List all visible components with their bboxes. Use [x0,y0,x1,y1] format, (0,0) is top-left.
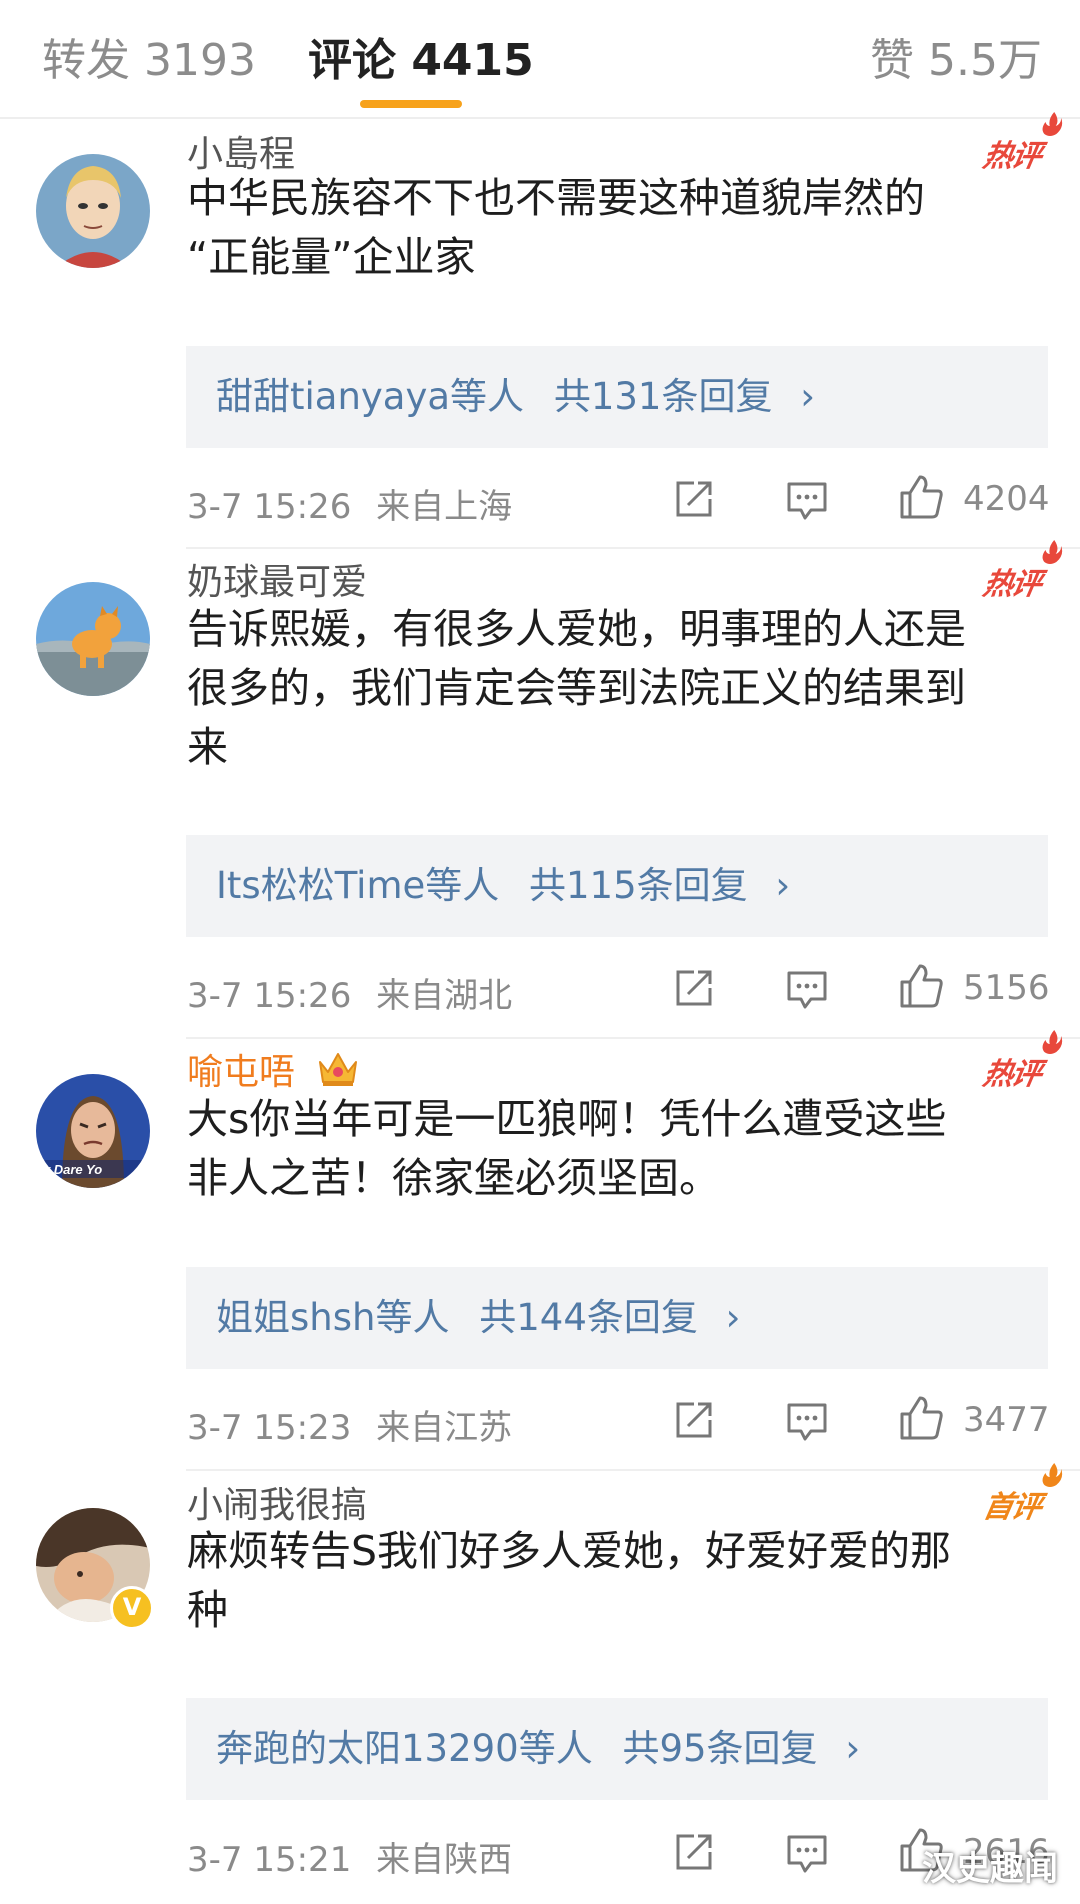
comment-text: 大s你当年可是一匹狼啊！凭什么遭受这些 非人之苦！徐家堡必须坚固。 [187,1090,1047,1208]
comment-tabs: 转发 3193 评论 4415 赞 5.5万 [0,0,1080,119]
timestamp: 3-7 15:26 [187,487,352,527]
comment-icon[interactable] [785,969,829,1011]
replies-preview[interactable]: 甜甜tianyaya等人 共131条回复 › [186,346,1048,448]
flame-icon [1042,1463,1063,1487]
comment-line: “正能量”企业家 [187,233,476,281]
reply-count: 共131条回复 [553,375,773,418]
comment-text: 中华民族容不下也不需要这种道貌岸然的 “正能量”企业家 [187,169,1047,287]
chevron-right-icon: › [725,1296,741,1339]
comment-line: 种 [187,1586,228,1634]
replies-preview[interactable]: Its松松Time等人 共115条回复 › [186,835,1048,937]
share-icon[interactable] [672,1398,716,1442]
comment-line: 中华民族容不下也不需要这种道貌岸然的 [187,174,925,222]
location: 来自江苏 [376,1408,513,1448]
chevron-right-icon: › [775,864,791,907]
location: 来自陕西 [376,1840,513,1880]
hot-comment-badge: 热评 [980,540,1063,603]
comment-line: 非人之苦！徐家堡必须坚固。 [187,1154,720,1202]
verified-badge-icon: V [110,1586,154,1630]
comment-text: 告诉熙媛，有很多人爱她，明事理的人还是 很多的，我们肯定会等到法院正义的结果到 … [187,600,1047,777]
comment-text: 麻烦转告S我们好多人爱她，好爱好爱的那 种 [187,1522,1047,1640]
chevron-right-icon: › [800,375,816,418]
like-icon[interactable] [898,1394,944,1442]
reply-users: Its松松Time等人 [216,864,500,907]
comment-icon[interactable] [785,1401,829,1443]
watermark: 汉史趣闻 [922,1849,1058,1889]
username[interactable]: 小闹我很搞 [187,1476,367,1528]
avatar[interactable] [36,154,150,268]
share-icon[interactable] [672,966,716,1010]
flame-icon [1042,1030,1063,1054]
reply-count: 共144条回复 [479,1296,698,1339]
timestamp: 3-7 15:23 [187,1408,352,1448]
timestamp: 3-7 15:21 [187,1840,352,1880]
comment-meta: 3-7 15:21 来自陕西 [187,1832,512,1881]
comment-line: 告诉熙媛，有很多人爱她，明事理的人还是 [187,605,966,653]
like-count: 4204 [963,479,1050,519]
comment-line: 麻烦转告S我们好多人爱她，好爱好爱的那 [187,1527,952,1575]
share-icon[interactable] [672,1830,716,1874]
comment-icon[interactable] [785,480,829,522]
username-text: 喻屯唔 [187,1052,296,1093]
comment-line: 来 [187,723,228,771]
username[interactable]: 喻屯唔 [187,1043,360,1095]
like-icon[interactable] [898,962,944,1010]
comment-meta: 3-7 15:23 来自江苏 [187,1400,512,1449]
chevron-right-icon: › [845,1727,861,1770]
timestamp: 3-7 15:26 [187,976,352,1016]
reply-count: 共95条回复 [622,1727,818,1770]
location: 来自湖北 [376,976,513,1016]
comment-icon[interactable] [785,1833,829,1875]
like-count: 5156 [963,968,1050,1008]
flame-icon [1042,112,1063,136]
replies-preview[interactable]: 姐姐shsh等人 共144条回复 › [186,1267,1048,1369]
avatar[interactable] [36,582,150,696]
first-comment-badge: 首评 [980,1463,1063,1526]
comment-line: 很多的，我们肯定会等到法院正义的结果到 [187,664,966,712]
divider [186,1469,1080,1471]
avatar-caption: w Dare Yo [40,1162,102,1177]
flame-icon [1042,540,1063,564]
active-tab-indicator [360,100,462,108]
reply-users: 奔跑的太阳13290等人 [216,1727,593,1770]
crown-icon [319,1053,358,1086]
tab-repost[interactable]: 转发 3193 [42,24,256,88]
divider [186,1037,1080,1039]
like-icon[interactable] [898,473,944,521]
like-count: 3477 [963,1400,1050,1440]
comment-meta: 3-7 15:26 来自上海 [187,479,512,528]
replies-preview[interactable]: 奔跑的太阳13290等人 共95条回复 › [186,1698,1048,1800]
avatar[interactable]: w Dare Yo [36,1074,150,1188]
reply-users: 姐姐shsh等人 [216,1296,450,1339]
location: 来自上海 [376,487,513,527]
hot-comment-badge: 热评 [980,1030,1063,1093]
divider [186,547,1080,549]
username[interactable]: 奶球最可爱 [187,553,367,605]
tab-likes[interactable]: 赞 5.5万 [870,24,1042,88]
reply-users: 甜甜tianyaya等人 [216,375,525,418]
comment-meta: 3-7 15:26 来自湖北 [187,968,512,1017]
reply-count: 共115条回复 [529,864,748,907]
share-icon[interactable] [672,477,716,521]
tab-comments[interactable]: 评论 4415 [308,24,534,88]
comment-line: 大s你当年可是一匹狼啊！凭什么遭受这些 [187,1095,947,1143]
